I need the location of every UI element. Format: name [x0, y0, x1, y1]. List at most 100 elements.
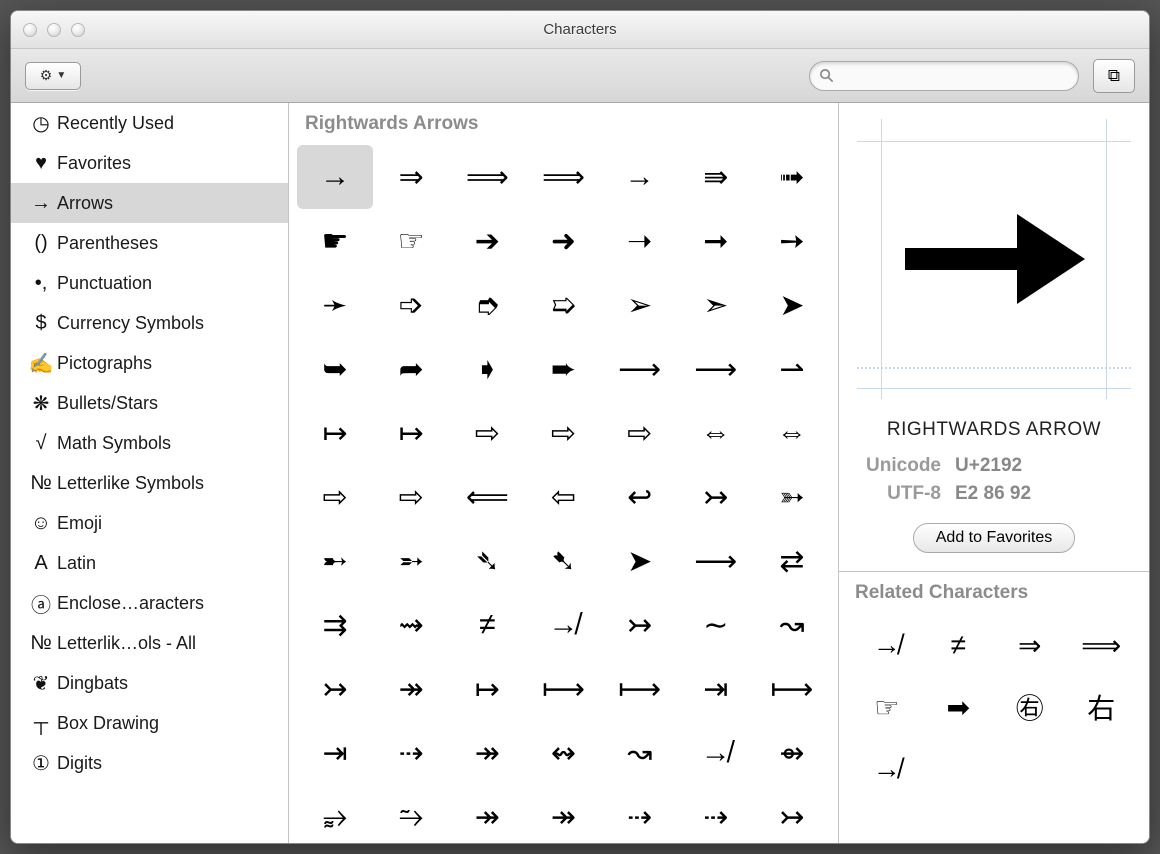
character-cell[interactable]: ➮: [449, 273, 525, 337]
character-grid-scroll[interactable]: →⇒⟹⟹→⇛➟☛☞➔➜➝➞➙➛➩➮➯➢➣➤➥➦➧➨⟶⟶⇀↦↦⇨⇨⇨⇔⇔⇨⇨⟸⇦↩…: [289, 145, 838, 843]
character-cell[interactable]: ≠: [449, 593, 525, 657]
related-character-cell[interactable]: ⟹: [1066, 614, 1138, 676]
character-cell[interactable]: ↣: [678, 465, 754, 529]
character-cell[interactable]: ↣: [602, 593, 678, 657]
character-cell[interactable]: ⟶: [602, 337, 678, 401]
related-character-cell[interactable]: ㊨: [994, 676, 1066, 738]
character-cell[interactable]: ➤: [754, 273, 830, 337]
character-cell[interactable]: ⇛: [678, 145, 754, 209]
sidebar-item[interactable]: $Currency Symbols: [11, 303, 288, 343]
character-cell[interactable]: ↦: [449, 657, 525, 721]
character-cell[interactable]: ↠: [449, 721, 525, 785]
character-cell[interactable]: ➴: [449, 529, 525, 593]
sidebar-item[interactable]: ❋Bullets/Stars: [11, 383, 288, 423]
character-cell[interactable]: ⟼: [602, 657, 678, 721]
character-cell[interactable]: ↠: [525, 785, 601, 843]
character-cell[interactable]: ➝: [602, 209, 678, 273]
character-cell[interactable]: ↠: [373, 657, 449, 721]
sidebar-item[interactable]: ┬Box Drawing: [11, 703, 288, 743]
character-cell[interactable]: ➵: [373, 529, 449, 593]
settings-menu-button[interactable]: ⚙ ▼: [25, 62, 81, 90]
character-cell[interactable]: ⇄: [754, 529, 830, 593]
character-cell[interactable]: ☛: [297, 209, 373, 273]
sidebar-item[interactable]: •,Punctuation: [11, 263, 288, 303]
sidebar-item[interactable]: √Math Symbols: [11, 423, 288, 463]
character-cell[interactable]: ⟼: [525, 657, 601, 721]
character-cell[interactable]: ⇥: [297, 721, 373, 785]
character-cell[interactable]: ⟶: [678, 529, 754, 593]
character-cell[interactable]: ➟: [754, 145, 830, 209]
sidebar-item[interactable]: ☺Emoji: [11, 503, 288, 543]
character-cell[interactable]: ➥: [297, 337, 373, 401]
character-cell[interactable]: ⇨: [602, 401, 678, 465]
character-cell[interactable]: ➯: [525, 273, 601, 337]
sidebar-item[interactable]: ⓐEnclose…aracters: [11, 583, 288, 623]
character-cell[interactable]: ➤: [602, 529, 678, 593]
related-character-cell[interactable]: ↛: [851, 614, 923, 676]
character-cell[interactable]: ⇥: [678, 657, 754, 721]
collapse-panel-button[interactable]: ⧉: [1093, 59, 1135, 93]
character-cell[interactable]: ➢: [602, 273, 678, 337]
character-cell[interactable]: ⇝: [373, 593, 449, 657]
sidebar-item[interactable]: ALatin: [11, 543, 288, 583]
related-character-cell[interactable]: ➡: [923, 676, 995, 738]
character-cell[interactable]: ↭: [525, 721, 601, 785]
character-cell[interactable]: ➛: [297, 273, 373, 337]
sidebar-item[interactable]: ◷Recently Used: [11, 103, 288, 143]
character-cell[interactable]: ⟹: [525, 145, 601, 209]
character-cell[interactable]: ⟶: [678, 337, 754, 401]
character-cell[interactable]: ⇉: [297, 593, 373, 657]
character-cell[interactable]: ↝: [602, 721, 678, 785]
character-cell[interactable]: ⇴: [754, 721, 830, 785]
related-character-cell[interactable]: ⇒: [994, 614, 1066, 676]
character-cell[interactable]: ⇦: [525, 465, 601, 529]
character-cell[interactable]: ➨: [525, 337, 601, 401]
character-cell[interactable]: ⇢: [602, 785, 678, 843]
related-character-cell[interactable]: ☞: [851, 676, 923, 738]
character-cell[interactable]: ↝: [754, 593, 830, 657]
character-cell[interactable]: ↣: [754, 785, 830, 843]
character-cell[interactable]: ⇨: [525, 401, 601, 465]
add-to-favorites-button[interactable]: Add to Favorites: [913, 523, 1076, 553]
character-cell[interactable]: ⟼: [754, 657, 830, 721]
character-cell[interactable]: ➦: [373, 337, 449, 401]
character-cell[interactable]: ➳: [754, 465, 830, 529]
character-cell[interactable]: ↣: [297, 657, 373, 721]
character-cell[interactable]: ⥲: [373, 785, 449, 843]
character-cell[interactable]: ↦: [373, 401, 449, 465]
character-cell[interactable]: ⇨: [297, 465, 373, 529]
sidebar[interactable]: ◷Recently Used♥Favorites→Arrows()Parenth…: [11, 103, 289, 843]
character-cell[interactable]: ∼: [678, 593, 754, 657]
character-cell[interactable]: ➜: [525, 209, 601, 273]
related-character-cell[interactable]: 右: [1066, 676, 1138, 738]
character-cell[interactable]: ⟹: [449, 145, 525, 209]
character-cell[interactable]: ➸: [297, 529, 373, 593]
sidebar-item[interactable]: →Arrows: [11, 183, 288, 223]
related-character-cell[interactable]: ≠: [923, 614, 995, 676]
character-cell[interactable]: ➣: [678, 273, 754, 337]
character-cell[interactable]: ➧: [449, 337, 525, 401]
character-cell[interactable]: ⇔: [754, 401, 830, 465]
character-cell[interactable]: →: [602, 145, 678, 209]
character-cell[interactable]: ⇨: [373, 465, 449, 529]
character-cell[interactable]: ↦: [297, 401, 373, 465]
character-cell[interactable]: ⥵: [297, 785, 373, 843]
character-cell[interactable]: ➞: [678, 209, 754, 273]
sidebar-item[interactable]: ✍Pictographs: [11, 343, 288, 383]
character-cell[interactable]: ⟸: [449, 465, 525, 529]
character-cell[interactable]: ➔: [449, 209, 525, 273]
search-input[interactable]: [809, 61, 1079, 91]
character-cell[interactable]: ☞: [373, 209, 449, 273]
character-cell[interactable]: ⇨: [449, 401, 525, 465]
minimize-button[interactable]: [47, 23, 61, 37]
character-cell[interactable]: ⇔: [678, 401, 754, 465]
character-cell[interactable]: ↩: [602, 465, 678, 529]
character-cell[interactable]: ↠: [449, 785, 525, 843]
character-cell[interactable]: ➷: [525, 529, 601, 593]
character-cell[interactable]: ⇀: [754, 337, 830, 401]
sidebar-item[interactable]: №Letterlik…ols - All: [11, 623, 288, 663]
character-cell[interactable]: ⇒: [373, 145, 449, 209]
close-button[interactable]: [23, 23, 37, 37]
sidebar-item[interactable]: ❦Dingbats: [11, 663, 288, 703]
sidebar-item[interactable]: №Letterlike Symbols: [11, 463, 288, 503]
